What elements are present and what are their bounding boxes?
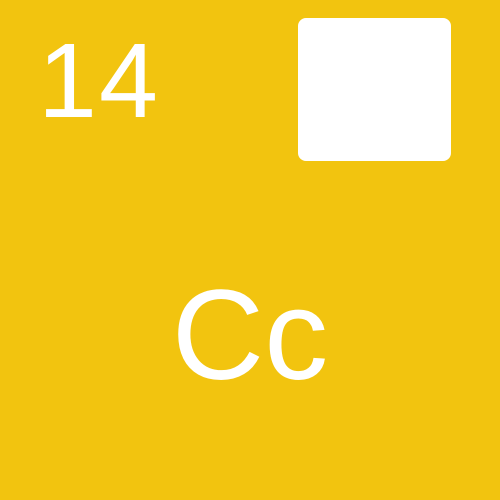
card-letters: Cc xyxy=(171,264,329,407)
card-number: 14 xyxy=(38,22,160,140)
blank-square xyxy=(298,18,451,161)
letter-card: 14 Cc xyxy=(0,0,500,500)
